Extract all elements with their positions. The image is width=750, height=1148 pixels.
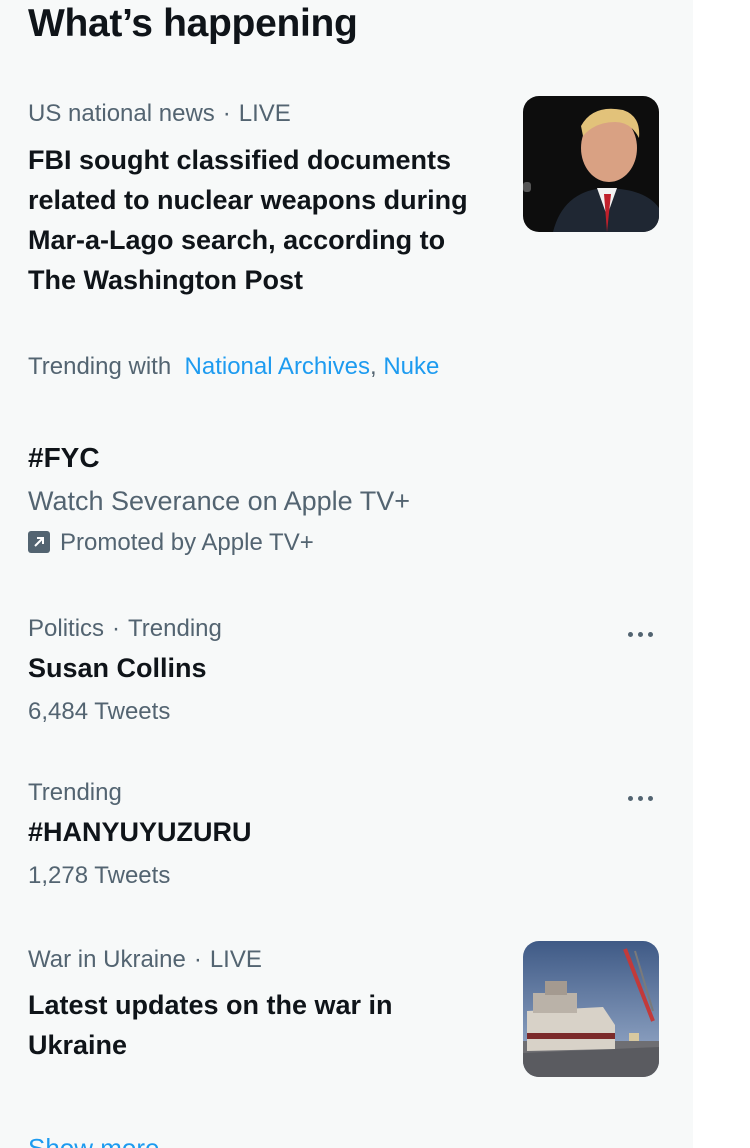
ship-thumbnail[interactable] xyxy=(523,941,659,1077)
trend-headline: Latest updates on the war in Ukraine xyxy=(28,990,393,1060)
trend-headline: FBI sought classified documents related … xyxy=(28,145,468,295)
trend-title: Susan Collins xyxy=(28,653,207,683)
trend-category: Trending xyxy=(28,779,122,806)
trending-link-national-archives[interactable]: National Archives xyxy=(185,353,370,380)
promoted-label: Promoted by Apple TV+ xyxy=(60,529,314,556)
trend-meta: Politics · Trending xyxy=(28,615,222,642)
trending-with-label: Trending with xyxy=(28,353,172,380)
trend-item-susan-collins[interactable]: Politics · Trending Susan Collins 6,484 Tw… xyxy=(0,612,693,732)
trend-title: #HANYUYUZURU xyxy=(28,817,252,847)
promoted-icon xyxy=(28,531,50,553)
trend-status: LIVE xyxy=(238,100,291,127)
section-heading: What’s happening xyxy=(28,2,358,45)
trend-tweet-count: 6,484 Tweets xyxy=(28,698,171,725)
trend-item-hanyuyuzuru[interactable]: Trending #HANYUYUZURU 1,278 Tweets xyxy=(0,776,693,896)
trend-category: US national news xyxy=(28,100,215,127)
trending-with: Trending with National Archives, Nuke xyxy=(28,353,440,380)
trending-link-nuke[interactable]: Nuke xyxy=(383,353,439,380)
more-icon[interactable] xyxy=(620,619,660,649)
show-more-link[interactable]: Show more xyxy=(28,1128,160,1148)
trend-category: Politics xyxy=(28,615,105,642)
trend-item-promoted[interactable]: #FYC Watch Severance on Apple TV+ Promot… xyxy=(0,438,693,568)
trend-item-ukraine[interactable]: War in Ukraine · LIVE Latest updates on th… xyxy=(0,941,693,1082)
trend-meta: US national news · LIVE xyxy=(28,100,291,127)
news-thumbnail[interactable] xyxy=(523,96,659,232)
promoted-title: #FYC xyxy=(28,442,100,473)
trend-status: Trending xyxy=(128,615,222,642)
trend-category: War in Ukraine xyxy=(28,946,186,973)
trend-item-news[interactable]: US national news · LIVE FBI sought classif… xyxy=(0,96,693,396)
trend-status: LIVE xyxy=(209,946,262,973)
promoted-by: Promoted by Apple TV+ xyxy=(28,528,314,558)
whats-happening-panel: What’s happening US national news · LIVE F… xyxy=(0,0,693,1148)
more-icon[interactable] xyxy=(620,783,660,813)
promoted-description: Watch Severance on Apple TV+ xyxy=(28,486,410,516)
trend-meta: War in Ukraine · LIVE xyxy=(28,946,262,973)
trend-tweet-count: 1,278 Tweets xyxy=(28,862,171,889)
